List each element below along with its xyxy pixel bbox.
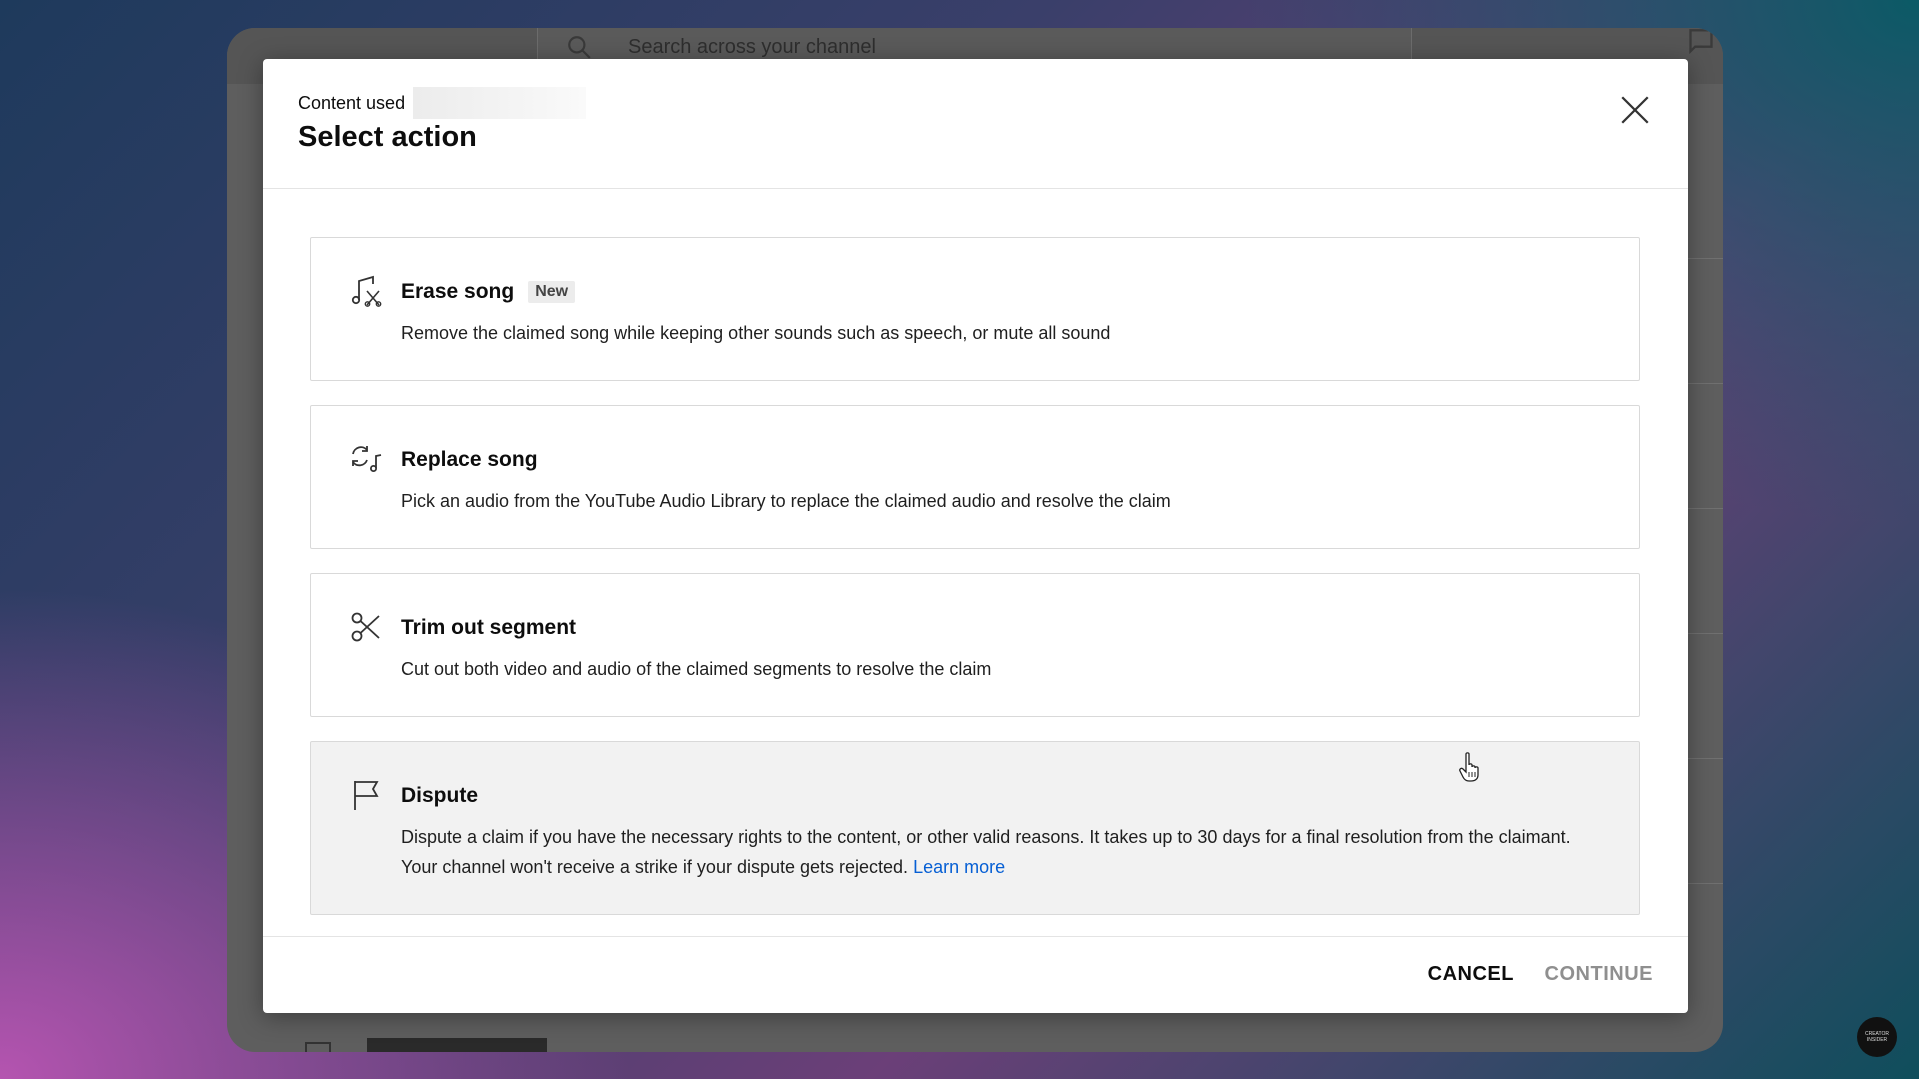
- replace-song-description: Pick an audio from the YouTube Audio Lib…: [401, 491, 1171, 511]
- feedback-icon: [1689, 29, 1713, 55]
- option-replace-song[interactable]: Replace song Pick an audio from the YouT…: [310, 405, 1640, 549]
- dialog-header: Content used Select action: [263, 59, 1688, 189]
- dispute-description: Dispute a claim if you have the necessar…: [401, 822, 1589, 882]
- flag-icon: [354, 781, 379, 810]
- background-checkbox: [305, 1042, 331, 1052]
- new-badge: New: [528, 281, 576, 303]
- action-options-list: Erase song New Remove the claimed song wh…: [310, 237, 1640, 939]
- trim-out-segment-title: Trim out segment: [401, 616, 577, 639]
- replace-song-title: Replace song: [401, 448, 538, 471]
- option-erase-song[interactable]: Erase song New Remove the claimed song wh…: [310, 237, 1640, 381]
- cancel-button[interactable]: CANCEL: [1428, 963, 1514, 986]
- option-dispute[interactable]: Dispute Dispute a claim if you have the …: [310, 741, 1640, 915]
- redacted-content-name: [413, 87, 586, 119]
- logo-line-2: INSIDER: [1866, 1037, 1888, 1043]
- trim-out-segment-description: Cut out both video and audio of the clai…: [401, 659, 992, 679]
- option-title: Erase song New: [401, 280, 576, 304]
- scissors-icon: [351, 612, 380, 642]
- content-used-label: Content used: [298, 93, 406, 113]
- creator-insider-logo: CREATOR INSIDER: [1857, 1017, 1897, 1057]
- learn-more-link[interactable]: Learn more: [913, 857, 1005, 877]
- hand-cursor-icon: [1459, 752, 1479, 782]
- background-search-placeholder: Search across your channel: [628, 36, 876, 58]
- erase-song-icon: [351, 275, 382, 307]
- option-trim-out-segment[interactable]: Trim out segment Cut out both video and …: [310, 573, 1640, 717]
- erase-song-description: Remove the claimed song while keeping ot…: [401, 323, 1111, 343]
- dialog-title: Select action: [298, 121, 477, 153]
- replace-song-icon: [352, 446, 382, 472]
- select-action-dialog: Content used Select action Erase song New…: [263, 59, 1688, 1013]
- continue-button[interactable]: CONTINUE: [1545, 963, 1653, 986]
- dispute-title: Dispute: [401, 784, 479, 807]
- close-icon[interactable]: [1618, 93, 1652, 127]
- erase-song-title: Erase song: [401, 280, 515, 303]
- dialog-footer: CANCEL CONTINUE: [263, 936, 1688, 1013]
- background-thumbnail-bar: [367, 1038, 547, 1052]
- search-icon: [568, 36, 591, 59]
- background-row-lines: [1683, 258, 1723, 1008]
